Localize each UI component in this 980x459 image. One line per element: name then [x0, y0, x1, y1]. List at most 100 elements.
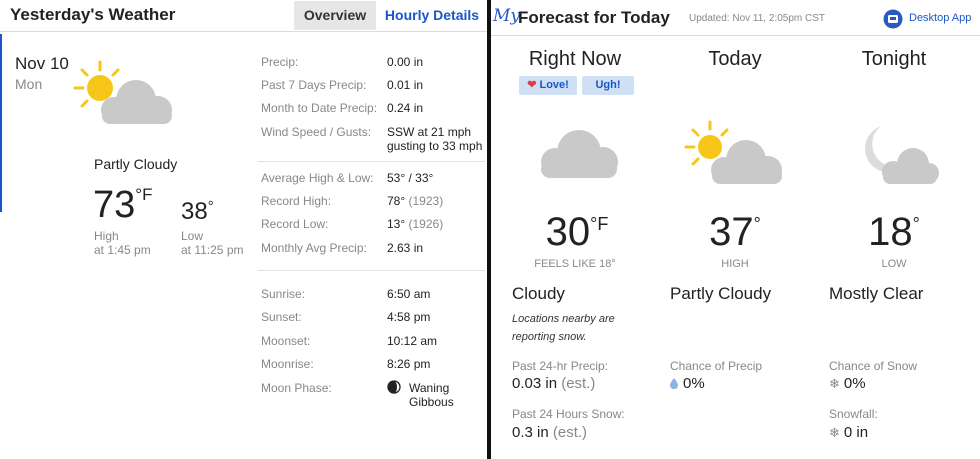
my-logo: My — [493, 6, 521, 26]
love-reaction-button[interactable]: ❤ Love! — [519, 76, 577, 95]
cloudy-icon — [541, 130, 618, 178]
stat-value: 0.01 in — [387, 78, 424, 92]
yesterday-high-temp: 73°F — [93, 184, 152, 227]
stat-value: 78° (1923) — [387, 194, 443, 208]
snowfall-value: ❄ 0 in — [829, 424, 868, 441]
high-temp-unit: °F — [135, 185, 153, 204]
tonight-condition: Mostly Clear — [829, 284, 924, 303]
yesterday-header: Yesterday's Weather Overview Hourly Deta… — [0, 0, 487, 32]
high-label: HIGH — [721, 258, 749, 270]
feels-like-label: FEELS LIKE 18° — [534, 258, 616, 270]
stat-label: Record High: — [261, 194, 332, 208]
record-high-year: (1923) — [408, 194, 444, 208]
stat-value: 53° / 33° — [387, 171, 434, 185]
yesterday-panel: Yesterday's Weather Overview Hourly Deta… — [0, 0, 487, 459]
past-24hr-snow-label: Past 24 Hours Snow: — [512, 407, 625, 421]
past-24hr-precip-value: 0.03 in (est.) — [512, 375, 595, 392]
stat-label: Average High & Low: — [261, 171, 374, 185]
snowfall-label: Snowfall: — [829, 407, 878, 421]
record-high-value: 78° — [387, 194, 406, 208]
moon-phase-value: Waning — [409, 381, 450, 395]
chance-of-snow-value: ❄ 0% — [829, 375, 866, 392]
tonight-temp-value: 18 — [868, 210, 913, 254]
heart-icon: ❤ — [527, 79, 537, 91]
today-high-temp: 37° — [660, 210, 810, 255]
snow-chance: 0% — [843, 375, 866, 392]
stat-label: Sunrise: — [261, 287, 306, 301]
moon-phase-icon — [387, 380, 401, 394]
stat-label: Moon Phase: — [261, 381, 332, 395]
stat-label: Precip: — [261, 55, 299, 69]
stat-label: Moonrise: — [261, 357, 314, 371]
today-temp-unit: ° — [753, 214, 761, 234]
stat-value: 2.63 in — [387, 241, 424, 255]
high-label: High — [94, 229, 119, 243]
snow-est: (est.) — [552, 424, 588, 441]
stats-divider — [258, 161, 485, 162]
yesterday-title: Yesterday's Weather — [10, 5, 176, 24]
desktop-app-link[interactable]: Desktop App — [909, 12, 971, 24]
stat-value: SSW at 21 mph — [387, 125, 472, 139]
high-temp-value: 73 — [93, 184, 136, 226]
ugh-label: Ugh! — [595, 79, 621, 91]
stat-value-line2: gusting to 33 mph — [387, 139, 483, 153]
updated-timestamp: Updated: Nov 11, 2:05pm CST — [689, 13, 825, 24]
stat-label: Past 7 Days Precip: — [261, 78, 367, 92]
precip-est: (est.) — [561, 375, 596, 392]
partly-cloudy-icon — [73, 60, 172, 124]
snowflake-icon: ❄ — [829, 376, 840, 391]
precip-amount: 0.03 in — [512, 375, 558, 392]
snowflake-icon: ❄ — [829, 425, 840, 440]
record-low-year: (1926) — [408, 217, 444, 231]
forecast-panel: My Forecast for Today Updated: Nov 11, 2… — [491, 0, 980, 459]
desktop-app-icon[interactable] — [883, 9, 903, 29]
stat-value: 6:50 am — [387, 287, 431, 301]
stat-value: 10:12 am — [387, 334, 438, 348]
love-label: Love! — [539, 79, 569, 91]
snow-report-note: Locations nearby are reporting snow. — [512, 313, 615, 343]
today-temp-value: 37 — [709, 210, 754, 254]
chance-of-precip-value: 0% — [670, 375, 705, 392]
yesterday-condition: Partly Cloudy — [94, 156, 178, 172]
yesterday-date: Nov 10 — [15, 54, 69, 73]
stat-value: 8:26 pm — [387, 357, 431, 371]
panel-accent-bar — [0, 34, 2, 184]
low-temp-unit: ° — [207, 198, 214, 215]
panel-accent-bar — [0, 184, 2, 212]
current-temp-unit: °F — [590, 214, 609, 234]
today-condition: Partly Cloudy — [670, 284, 772, 303]
low-label: LOW — [881, 258, 907, 270]
tab-overview[interactable]: Overview — [294, 1, 376, 30]
current-temp: 30°F — [502, 210, 652, 255]
stat-label: Wind Speed / Gusts: — [261, 125, 372, 139]
high-time: at 1:45 pm — [94, 243, 151, 257]
precip-chance: 0% — [683, 375, 705, 392]
stat-value: 0.24 in — [387, 101, 424, 115]
stat-label: Moonset: — [261, 334, 311, 348]
chance-of-snow-label: Chance of Snow — [829, 359, 918, 373]
stat-label: Sunset: — [261, 310, 302, 324]
chance-of-precip-label: Chance of Precip — [670, 359, 763, 373]
yesterday-day: Mon — [15, 76, 43, 92]
current-temp-value: 30 — [545, 210, 591, 254]
snowfall-amount: 0 in — [843, 424, 869, 441]
partly-cloudy-icon — [684, 120, 782, 184]
forecast-title: Forecast for Today — [518, 8, 670, 27]
stat-label: Record Low: — [261, 217, 329, 231]
moon-cloud-icon — [865, 126, 939, 184]
ugh-reaction-button[interactable]: Ugh! — [582, 76, 634, 95]
tab-hourly-details[interactable]: Hourly Details — [380, 1, 484, 30]
stats-divider — [258, 270, 485, 271]
past-24hr-precip-label: Past 24-hr Precip: — [512, 359, 609, 373]
yesterday-low-temp: 38° — [181, 198, 214, 226]
current-condition: Cloudy — [512, 284, 565, 303]
stat-label: Monthly Avg Precip: — [261, 241, 367, 255]
moon-phase-value-line2: Gibbous — [409, 395, 454, 409]
low-temp-value: 38 — [181, 198, 208, 225]
stat-label: Month to Date Precip: — [261, 101, 378, 115]
tonight-low-temp: 18° — [819, 210, 969, 255]
low-label: Low — [181, 229, 204, 243]
column-heading-right-now: Right Now — [528, 48, 622, 70]
forecast-header: My Forecast for Today Updated: Nov 11, 2… — [491, 0, 980, 36]
column-heading-tonight: Tonight — [861, 48, 927, 70]
